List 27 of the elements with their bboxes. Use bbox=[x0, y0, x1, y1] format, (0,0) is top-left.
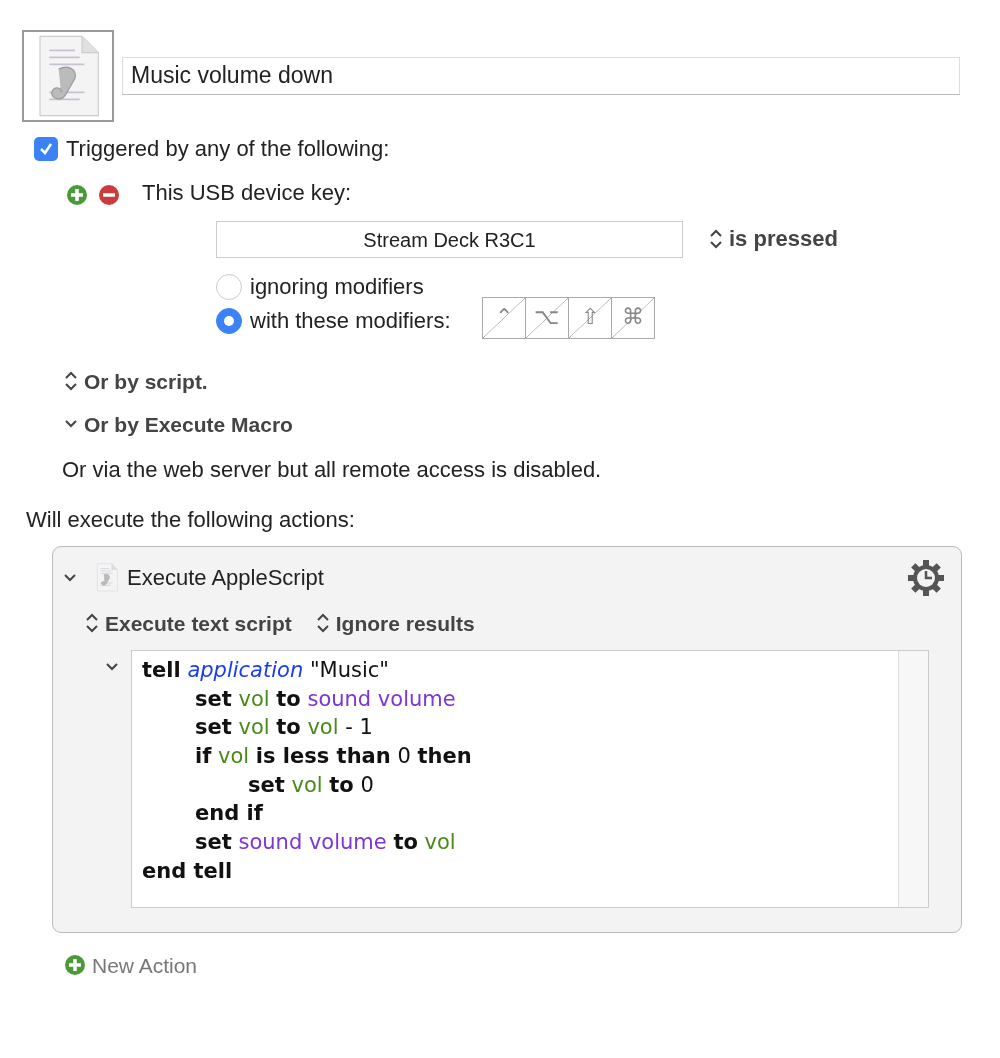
radio-label: ignoring modifiers bbox=[250, 273, 424, 301]
actions-heading: Will execute the following actions: bbox=[26, 507, 356, 534]
device-key-field[interactable]: Stream Deck R3C1 bbox=[216, 220, 683, 258]
macro-name-field[interactable]: Music volume down bbox=[122, 57, 960, 95]
trigger-label: Triggered by any of the following: bbox=[66, 136, 390, 163]
radio-label: with these modifiers: bbox=[250, 308, 451, 335]
action-title: Execute AppleScript bbox=[127, 564, 324, 591]
code-line: set vol to sound volume bbox=[194, 685, 457, 713]
macro-trigger-disclosure[interactable]: Or by Execute Macro bbox=[64, 411, 293, 437]
code-line: end tell bbox=[142, 857, 234, 885]
code-line: if vol is less than 0 then bbox=[194, 743, 473, 770]
code-line: set sound volume to vol bbox=[194, 829, 457, 857]
code-line: tell application "Music" bbox=[142, 656, 390, 684]
code-editor[interactable]: tell application "Music" set vol to sound volume set vol to vol - 1 if vol is less than 0 then set vol to 0 end if set sound volume to vol end tell bbox=[131, 649, 929, 908]
modifier-key[interactable]: ⌃ bbox=[481, 296, 526, 339]
option-popup[interactable]: Execute text script bbox=[85, 610, 292, 636]
modifier-key[interactable]: ⌥ bbox=[524, 296, 569, 339]
option-popup[interactable]: Ignore results bbox=[315, 610, 475, 636]
modifier-key[interactable]: ⌘ bbox=[610, 296, 655, 339]
script-trigger-popup[interactable]: Or by script. bbox=[64, 368, 208, 394]
web-server-note: Or via the web server but all remote access is disabled. bbox=[62, 456, 603, 484]
code-line: end if bbox=[194, 800, 264, 828]
code-line: set vol to vol - 1 bbox=[194, 714, 374, 742]
code-line: set vol to 0 bbox=[247, 771, 375, 799]
new-action-button[interactable]: New Action bbox=[64, 952, 198, 978]
condition-popup[interactable]: is pressed bbox=[709, 226, 838, 253]
usb-trigger-label: This USB device key: bbox=[142, 180, 352, 207]
